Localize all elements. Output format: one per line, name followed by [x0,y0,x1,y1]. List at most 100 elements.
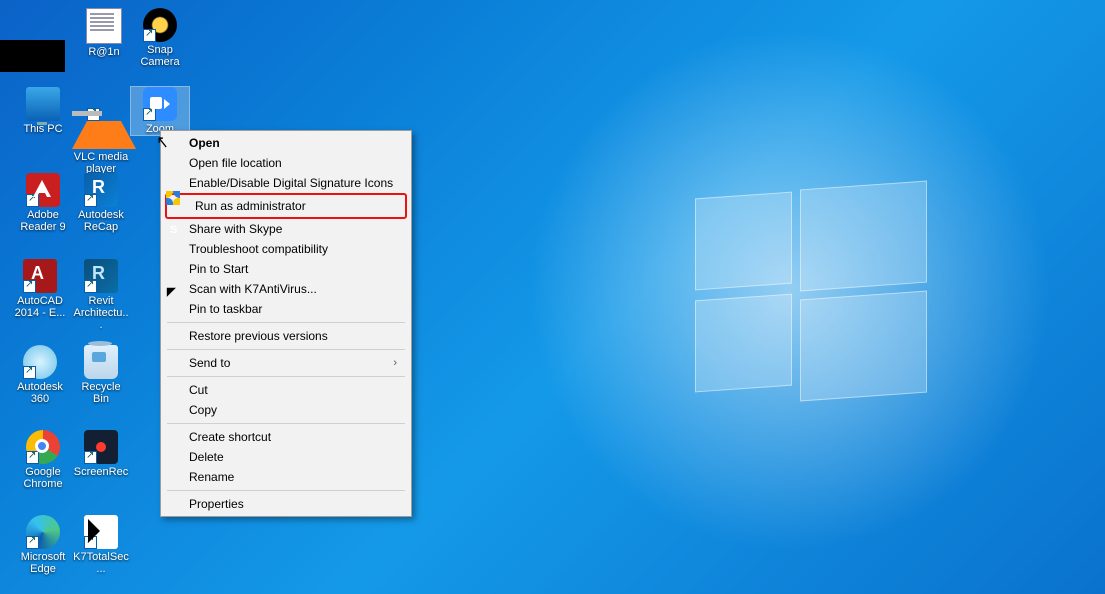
revit-icon [84,259,118,293]
context-item-run-as-administrator[interactable]: Run as administrator [165,193,407,219]
obscured-region [0,40,65,72]
desktop-icon-label: Snap Camera [131,44,189,68]
shortcut-arrow-icon [143,29,156,42]
context-item-label: Scan with K7AntiVirus... [189,279,397,299]
r1n-icon [86,8,122,44]
context-item-label: Restore previous versions [189,326,397,346]
desktop-icon-label: ScreenRec [72,466,130,478]
desktop-icon-zoom[interactable]: Zoom [131,87,189,135]
context-item-pin-to-start[interactable]: Pin to Start [161,259,411,279]
uac-shield-icon [173,198,189,214]
desktop-icon-revit[interactable]: Revit Architectu... [72,259,130,331]
context-menu-separator [167,423,405,424]
context-menu-separator [167,490,405,491]
context-item-label: Open [189,133,397,153]
desktop-icon-label: R@1n [75,46,133,58]
context-item-label: Create shortcut [189,427,397,447]
blank-icon [167,355,183,371]
context-item-label: Delete [189,447,397,467]
context-item-label: Run as administrator [195,196,391,216]
desktop-icon-label: Autodesk 360 [11,381,69,405]
context-item-share-with-skype[interactable]: Share with Skype [161,219,411,239]
context-item-copy[interactable]: Copy [161,400,411,420]
shortcut-arrow-icon [26,194,39,207]
a360-icon [23,345,57,379]
context-item-open-file-location[interactable]: Open file location [161,153,411,173]
blank-icon [167,382,183,398]
shortcut-arrow-icon [84,536,97,549]
context-item-send-to[interactable]: Send to› [161,353,411,373]
blank-icon [167,261,183,277]
chrome-icon [26,430,60,464]
context-menu-separator [167,322,405,323]
context-item-pin-to-taskbar[interactable]: Pin to taskbar [161,299,411,319]
shortcut-arrow-icon [143,108,156,121]
shortcut-arrow-icon [26,451,39,464]
blank-icon [167,301,183,317]
context-item-label: Pin to taskbar [189,299,397,319]
desktop-icon-recap[interactable]: Autodesk ReCap [72,173,130,233]
shortcut-arrow-icon [23,280,36,293]
blank-icon [167,402,183,418]
desktop-icon-label: Google Chrome [14,466,72,490]
k7-icon: ◤ [167,281,183,297]
blank-icon [167,469,183,485]
desktop-icon-label: VLC media player [72,151,130,175]
desktop-icon-bin[interactable]: Recycle Bin [72,345,130,405]
desktop-icon-edge[interactable]: Microsoft Edge [14,515,72,575]
shortcut-arrow-icon [84,280,97,293]
desktop-icon-adobe[interactable]: Adobe Reader 9 [14,173,72,233]
context-item-enable-disable-digital-signature-icons[interactable]: Enable/Disable Digital Signature Icons [161,173,411,193]
desktop-icon-vlc[interactable]: VLC media player [72,87,130,175]
k7-icon [84,515,118,549]
blank-icon [167,155,183,171]
desktop-icon-acad[interactable]: AutoCAD 2014 - E... [11,259,69,319]
blank-icon [167,241,183,257]
bin-icon [84,345,118,379]
desktop-icon-r1n[interactable]: R@1n [75,8,133,58]
blank-icon [167,328,183,344]
blank-icon [167,496,183,512]
desktop[interactable]: R@1nSnap Camera This PCVLC media playerZo… [0,0,1105,594]
context-item-delete[interactable]: Delete [161,447,411,467]
adobe-icon [26,173,60,207]
shortcut-arrow-icon [23,366,36,379]
context-item-label: Enable/Disable Digital Signature Icons [189,173,397,193]
desktop-icon-label: Recycle Bin [72,381,130,405]
desktop-icon-k7[interactable]: K7TotalSec... [72,515,130,575]
desktop-icon-label: Adobe Reader 9 [14,209,72,233]
thispc-icon [26,87,60,121]
context-item-cut[interactable]: Cut [161,380,411,400]
context-item-label: Properties [189,494,397,514]
context-item-label: Pin to Start [189,259,397,279]
skype-icon [167,221,183,237]
edge-icon [26,515,60,549]
desktop-icon-label: K7TotalSec... [72,551,130,575]
context-item-open[interactable]: Open [161,133,411,153]
desktop-icon-srec[interactable]: ScreenRec [72,430,130,478]
context-item-restore-previous-versions[interactable]: Restore previous versions [161,326,411,346]
context-item-label: Open file location [189,153,397,173]
context-menu: OpenOpen file locationEnable/Disable Dig… [160,130,412,517]
blank-icon [167,429,183,445]
context-item-troubleshoot-compatibility[interactable]: Troubleshoot compatibility [161,239,411,259]
context-menu-separator [167,349,405,350]
context-item-properties[interactable]: Properties [161,494,411,514]
blank-icon [167,449,183,465]
desktop-icon-a360[interactable]: Autodesk 360 [11,345,69,405]
vlc-icon [72,87,136,149]
context-item-rename[interactable]: Rename [161,467,411,487]
windows-logo [695,185,925,400]
desktop-icon-thispc[interactable]: This PC [14,87,72,135]
desktop-icon-snap[interactable]: Snap Camera [131,8,189,68]
shortcut-arrow-icon [87,108,100,121]
shortcut-arrow-icon [84,451,97,464]
context-item-create-shortcut[interactable]: Create shortcut [161,427,411,447]
desktop-icon-label: AutoCAD 2014 - E... [11,295,69,319]
desktop-icon-label: Revit Architectu... [72,295,130,331]
recap-icon [84,173,118,207]
desktop-icon-label: Microsoft Edge [14,551,72,575]
blank-icon [167,135,183,151]
context-item-scan-with-k7antivirus[interactable]: ◤ Scan with K7AntiVirus... [161,279,411,299]
desktop-icon-chrome[interactable]: Google Chrome [14,430,72,490]
